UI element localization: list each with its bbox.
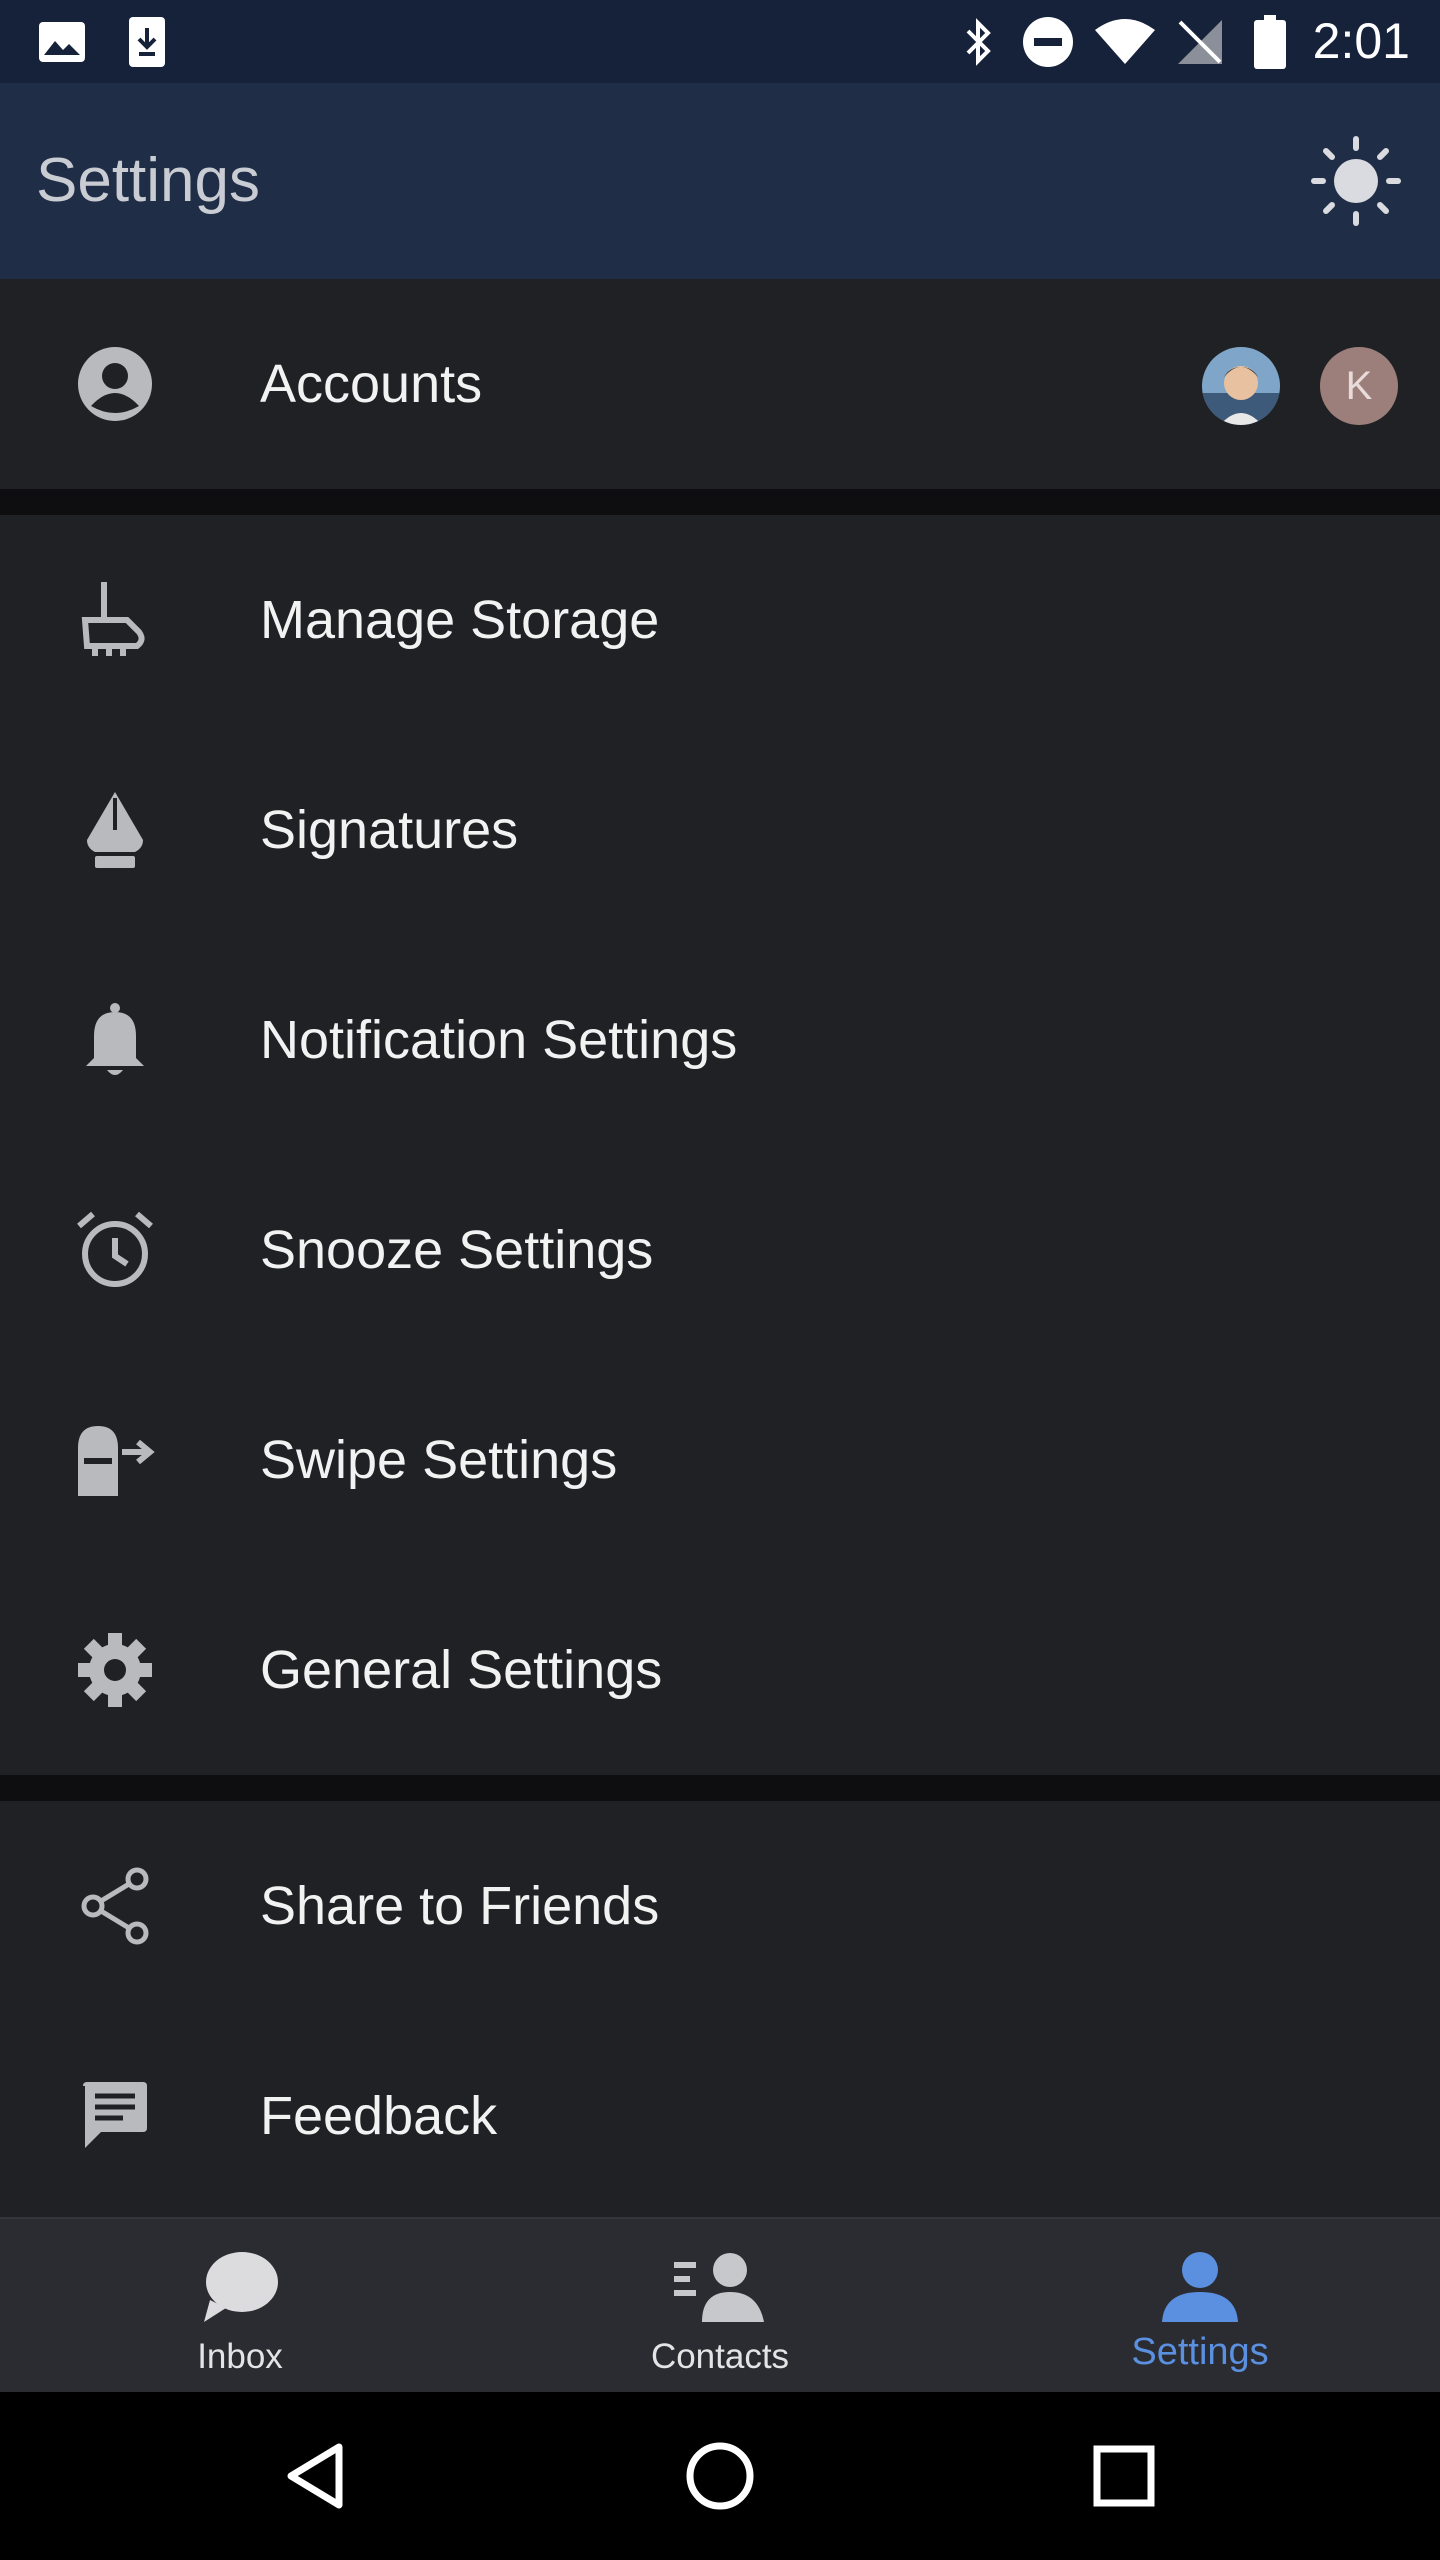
back-triangle-icon: [287, 2443, 343, 2509]
share-to-friends-item[interactable]: Share to Friends: [0, 1801, 1440, 2011]
item-label: Snooze Settings: [260, 1220, 654, 1280]
no-signal-icon: [1174, 0, 1226, 83]
tab-inbox[interactable]: Inbox: [0, 2219, 480, 2394]
item-label: Share to Friends: [260, 1876, 660, 1936]
accounts-item[interactable]: Accounts K: [0, 279, 1440, 489]
sun-icon: [1311, 136, 1401, 226]
manage-storage-item[interactable]: Manage Storage: [0, 515, 1440, 725]
bottom-nav: Inbox Contacts Settings: [0, 2217, 1440, 2392]
snooze-settings-item[interactable]: Snooze Settings: [0, 1145, 1440, 1355]
tab-label: Settings: [1131, 2331, 1269, 2373]
feedback-icon: [70, 2076, 160, 2156]
broom-icon: [70, 580, 160, 660]
section-divider: [0, 489, 1440, 515]
status-bar: 2:01: [0, 0, 1440, 83]
pen-nib-icon: [70, 790, 160, 870]
feedback-item[interactable]: Feedback: [0, 2011, 1440, 2221]
recents-button[interactable]: [1074, 2426, 1174, 2526]
share-icon: [70, 1866, 160, 1946]
person-icon: [960, 2241, 1440, 2331]
avatar-letter[interactable]: K: [1320, 347, 1398, 425]
battery-icon: [1250, 0, 1290, 83]
page-title: Settings: [36, 146, 261, 215]
tab-settings[interactable]: Settings: [960, 2219, 1440, 2394]
tab-label: Contacts: [650, 2337, 790, 2376]
image-icon: [34, 0, 90, 83]
status-time: 2:01: [1312, 13, 1410, 69]
accounts-label: Accounts: [260, 354, 483, 414]
theme-toggle-button[interactable]: [1308, 133, 1404, 229]
item-label: Manage Storage: [260, 590, 660, 650]
account-circle-icon: [70, 344, 160, 424]
tab-label: Inbox: [197, 2337, 283, 2376]
recents-square-icon: [1093, 2445, 1155, 2507]
gear-icon: [70, 1630, 160, 1710]
contacts-icon: [480, 2241, 960, 2331]
wifi-icon: [1092, 0, 1158, 83]
swipe-settings-item[interactable]: Swipe Settings: [0, 1355, 1440, 1565]
home-button[interactable]: [670, 2426, 770, 2526]
general-settings-item[interactable]: General Settings: [0, 1565, 1440, 1775]
item-label: Swipe Settings: [260, 1430, 618, 1490]
item-label: General Settings: [260, 1640, 663, 1700]
tab-contacts[interactable]: Contacts: [480, 2219, 960, 2394]
system-nav-bar: [0, 2392, 1440, 2560]
bell-icon: [70, 1000, 160, 1080]
notification-settings-item[interactable]: Notification Settings: [0, 935, 1440, 1145]
settings-list: Accounts K Manage Storage Signatures Not…: [0, 279, 1440, 2221]
alarm-clock-icon: [70, 1210, 160, 1290]
home-circle-icon: [686, 2442, 754, 2510]
swipe-icon: [70, 1420, 160, 1500]
avatar[interactable]: [1202, 347, 1280, 425]
back-button[interactable]: [266, 2426, 366, 2526]
app-bar: Settings: [0, 83, 1440, 279]
section-divider: [0, 1775, 1440, 1801]
item-label: Feedback: [260, 2086, 498, 2146]
chat-bubble-icon: [0, 2241, 480, 2331]
item-label: Notification Settings: [260, 1010, 738, 1070]
download-icon: [124, 0, 170, 83]
signatures-item[interactable]: Signatures: [0, 725, 1440, 935]
bluetooth-icon: [958, 0, 1000, 83]
item-label: Signatures: [260, 800, 519, 860]
do-not-disturb-icon: [1020, 0, 1076, 83]
